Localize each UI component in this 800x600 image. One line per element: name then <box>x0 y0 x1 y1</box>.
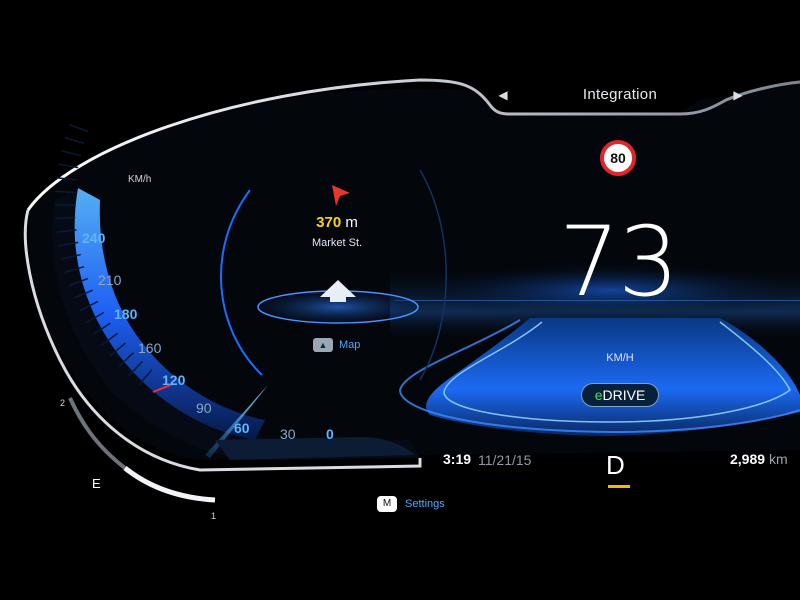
speed-tick-label: 30 <box>280 426 296 442</box>
gear-underline <box>608 485 630 488</box>
header-title: Integration <box>582 86 658 103</box>
nav-distance-unit: m <box>345 214 358 231</box>
edrive-mode-button[interactable]: eDRIVE <box>581 383 659 407</box>
current-speed: 73 <box>558 206 679 318</box>
clock-time: 3:19 <box>443 451 472 467</box>
speed-tick-label: 90 <box>196 400 212 416</box>
speed-tick-line <box>61 150 81 157</box>
map-button[interactable]: ▲ Map <box>313 336 360 354</box>
speedometer-unit: KM/h <box>128 174 152 185</box>
settings-button[interactable]: M Settings <box>377 495 445 513</box>
speed-tick-label: 160 <box>138 340 162 356</box>
speed-tick-line <box>68 123 89 133</box>
speed-tick-label: 210 <box>98 272 122 288</box>
speed-tick-line <box>64 136 85 145</box>
speed-tick-label: 180 <box>114 306 138 322</box>
odometer-unit: km <box>769 451 788 467</box>
fuel-gauge-arc-light <box>123 466 216 503</box>
settings-label: Settings <box>405 497 445 510</box>
nav-distance: 370 m <box>290 214 384 231</box>
speed-tick-label: 60 <box>234 420 250 436</box>
map-key-icon: ▲ <box>313 337 333 352</box>
fuel-mark-lower: 1 <box>211 511 217 521</box>
map-label: Map <box>339 338 361 351</box>
speed-unit: KM/H <box>606 352 634 364</box>
fuel-empty-label: E <box>92 476 101 491</box>
speed-limit-sign: 80 <box>600 140 636 176</box>
nav-distance-value: 370 <box>316 214 342 231</box>
next-arrow-button[interactable]: ▶ <box>731 88 745 102</box>
gear-indicator: D <box>606 450 625 480</box>
fuel-mark-upper: 2 <box>60 398 66 408</box>
edrive-prefix: e <box>594 387 603 403</box>
odometer: 2,989 km <box>730 451 788 467</box>
speed-tick-label: 0 <box>326 426 334 442</box>
speed-tick-label: 240 <box>82 230 106 246</box>
odometer-value: 2,989 <box>730 451 766 467</box>
nav-street: Market St. <box>311 237 363 249</box>
settings-key-icon: M <box>377 495 397 512</box>
edrive-label: DRIVE <box>602 387 646 403</box>
speed-tick-label: 120 <box>162 372 186 388</box>
clock-date: 11/21/15 <box>478 452 532 468</box>
prev-arrow-button[interactable]: ◀ <box>496 88 510 102</box>
speed-tick-line <box>58 163 79 169</box>
